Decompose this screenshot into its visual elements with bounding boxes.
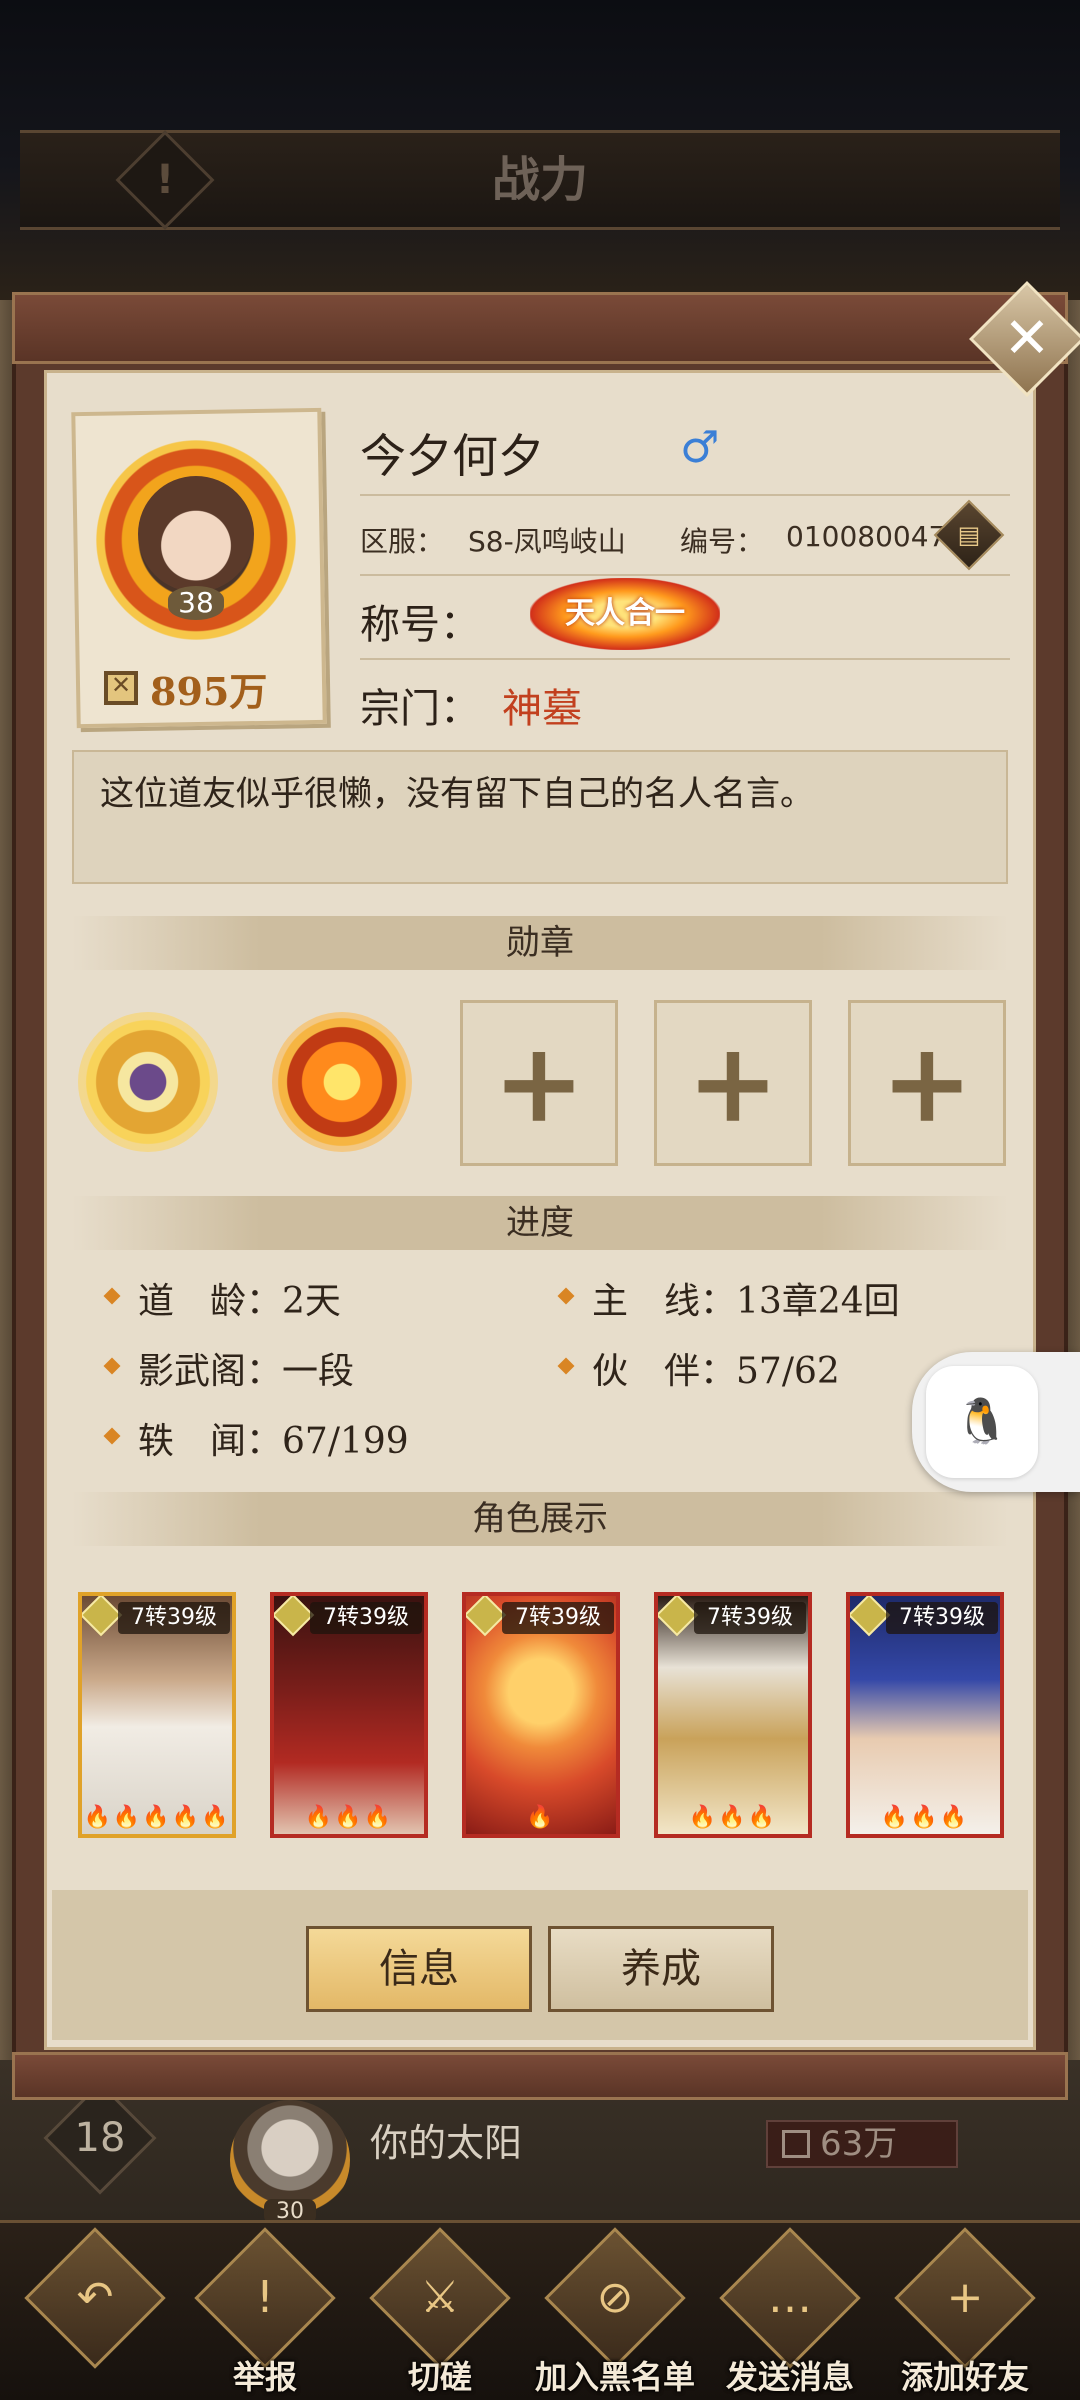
progress-partners: 伙 伴：57/62 bbox=[592, 1351, 840, 1392]
power-value: 895万 bbox=[150, 668, 268, 714]
penguin-icon: 🐧 bbox=[954, 1396, 1010, 1447]
divider bbox=[360, 494, 1010, 496]
empty-medal-slot[interactable]: + bbox=[848, 1000, 1006, 1166]
title-label: 称号： bbox=[360, 602, 480, 648]
avatar[interactable] bbox=[138, 476, 254, 592]
warning-icon: ! bbox=[256, 2272, 274, 2323]
crossed-swords-icon: ⚔ bbox=[420, 2272, 460, 2323]
spar-button[interactable]: ⚔ 切磋 bbox=[369, 2227, 511, 2398]
star-flames: 🔥🔥🔥 bbox=[880, 1805, 970, 1830]
id-value: 010080047 bbox=[786, 520, 947, 553]
develop-tab-button[interactable]: 养成 bbox=[548, 1926, 774, 2012]
sect-value[interactable]: 神墓 bbox=[502, 676, 582, 734]
medal-1[interactable] bbox=[78, 1012, 218, 1152]
info-tab-button[interactable]: 信息 bbox=[306, 1926, 532, 2012]
copy-icon: ▤ bbox=[957, 521, 981, 549]
progress-daoling: 道 龄：2天 bbox=[138, 1281, 341, 1322]
hero-card-4[interactable]: 7转39级 🔥🔥🔥 bbox=[654, 1592, 812, 1838]
star-flames: 🔥🔥🔥 bbox=[688, 1805, 778, 1830]
hero-card-2[interactable]: 7转39级 🔥🔥🔥 bbox=[270, 1592, 428, 1838]
medal-2[interactable] bbox=[272, 1012, 412, 1152]
modal-top-border bbox=[12, 292, 1068, 364]
server-value: S8-凤鸣岐山 bbox=[468, 525, 626, 558]
progress-anecdotes: 轶 闻：67/199 bbox=[138, 1421, 409, 1462]
hero-card-1[interactable]: 7转39级 🔥🔥🔥🔥🔥 bbox=[78, 1592, 236, 1838]
divider bbox=[360, 658, 1010, 660]
blacklist-button[interactable]: ⊘ 加入黑名单 bbox=[535, 2227, 695, 2398]
star-flames: 🔥🔥🔥 bbox=[304, 1805, 394, 1830]
hero-card-5[interactable]: 7转39级 🔥🔥🔥 bbox=[846, 1592, 1004, 1838]
divider bbox=[360, 574, 1010, 576]
empty-medal-slot[interactable]: + bbox=[654, 1000, 812, 1166]
add-friend-icon: + bbox=[946, 2272, 984, 2323]
player-name: 今夕何夕 bbox=[360, 429, 544, 483]
chat-icon: … bbox=[768, 2272, 812, 2323]
male-gender-icon: ♂ bbox=[680, 422, 720, 473]
ranking-power: 63万 bbox=[766, 2120, 958, 2168]
button-area bbox=[52, 1890, 1028, 2040]
progress-mainline: 主 线：13章24回 bbox=[592, 1281, 900, 1322]
floating-assistant-button[interactable]: 🐧 bbox=[912, 1352, 1080, 1492]
sect-label: 宗门： bbox=[360, 686, 480, 732]
avatar-level: 38 bbox=[168, 586, 224, 620]
power-icon bbox=[104, 671, 138, 705]
empty-medal-slot[interactable]: + bbox=[460, 1000, 618, 1166]
block-user-icon: ⊘ bbox=[596, 2272, 634, 2323]
server-label: 区服： bbox=[360, 525, 445, 558]
add-friend-button[interactable]: + 添加好友 bbox=[894, 2227, 1036, 2398]
section-title-progress: 进度 bbox=[506, 1203, 574, 1243]
id-label: 编号： bbox=[680, 525, 765, 558]
send-message-button[interactable]: … 发送消息 bbox=[719, 2227, 861, 2398]
star-flames: 🔥🔥🔥🔥🔥 bbox=[83, 1805, 231, 1830]
motto-text: 这位道友似乎很懒，没有留下自己的名人名言。 bbox=[100, 774, 814, 814]
power-row: 895万 bbox=[104, 664, 267, 714]
hero-card-3[interactable]: 7转39级 🔥 bbox=[462, 1592, 620, 1838]
section-title-medals: 勋章 bbox=[506, 923, 574, 963]
star-flames: 🔥 bbox=[526, 1805, 556, 1830]
ranking-avatar: 30 bbox=[230, 2100, 350, 2224]
screen-title: 战力 bbox=[491, 152, 588, 208]
close-icon: ✕ bbox=[1003, 306, 1051, 371]
progress-yingwuge: 影武阁：一段 bbox=[138, 1351, 355, 1392]
ranking-player-name: 你的太阳 bbox=[370, 2121, 523, 2165]
back-button[interactable]: ↶ bbox=[24, 2227, 166, 2398]
power-icon bbox=[782, 2130, 810, 2158]
title-badge[interactable]: 天人合一 bbox=[530, 578, 720, 650]
modal-bottom-border bbox=[12, 2052, 1068, 2100]
report-button[interactable]: ! 举报 bbox=[194, 2227, 336, 2398]
section-title-roles: 角色展示 bbox=[472, 1499, 608, 1539]
back-arrow-icon: ↶ bbox=[76, 2272, 114, 2323]
